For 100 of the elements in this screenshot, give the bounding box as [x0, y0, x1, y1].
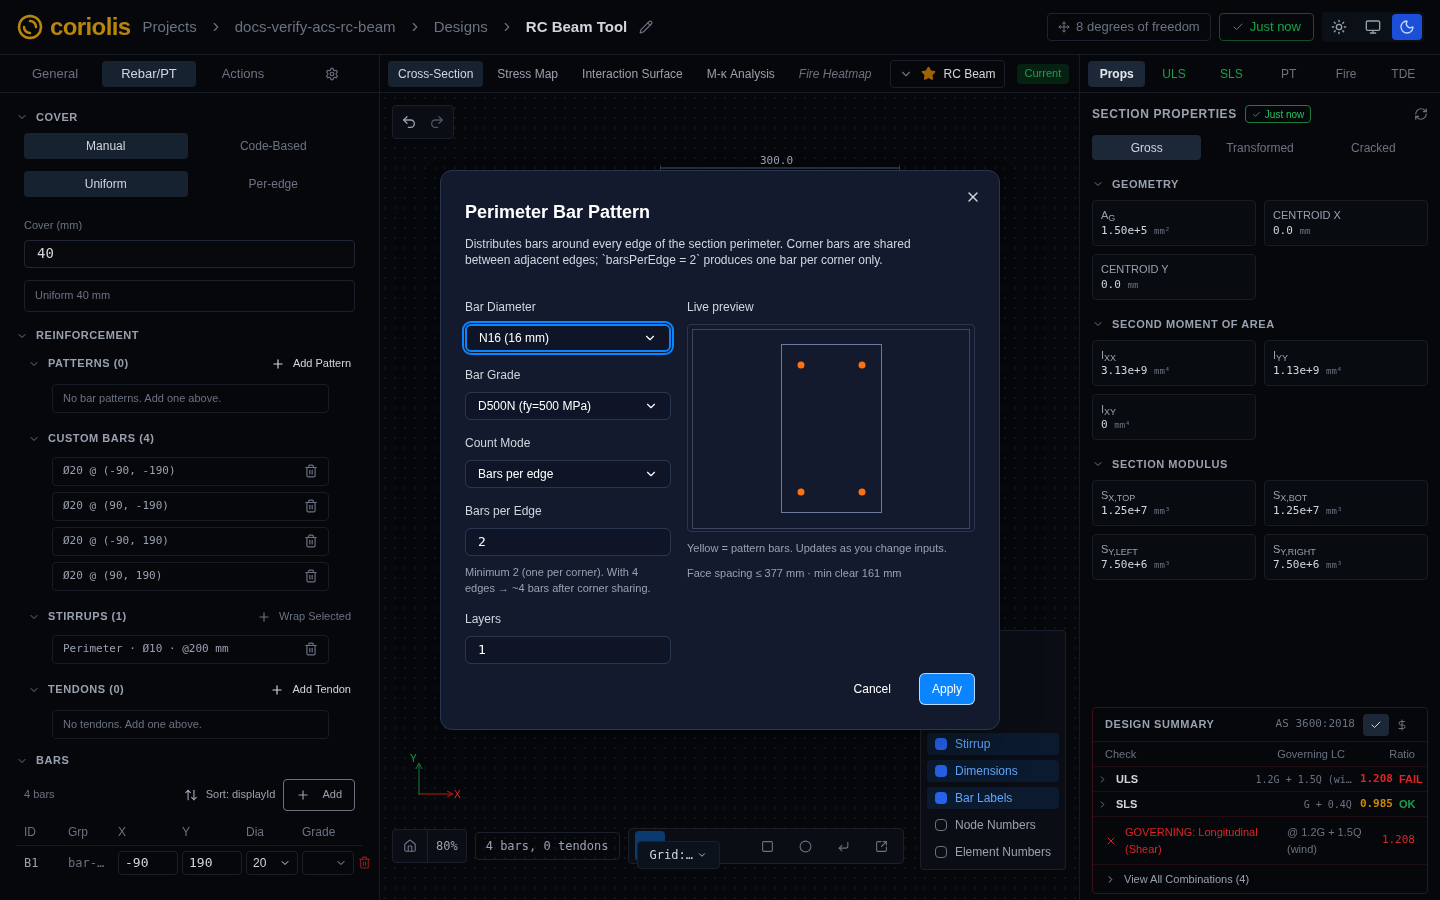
view-toggle[interactable]: Cracked [1318, 135, 1428, 160]
view-toggle[interactable]: Transformed [1205, 135, 1315, 160]
field-label: Cover (mm) [23, 218, 84, 233]
cover-input[interactable]: 40 [24, 239, 355, 268]
design-picker[interactable]: RC Beam [889, 59, 1005, 88]
dia-select[interactable]: 20 [246, 850, 298, 875]
rebar-item[interactable]: Ø20 @ (90, 190) [52, 561, 329, 591]
select-field[interactable]: D500N (fy=500 MPa) [465, 392, 671, 420]
breadcrumb-link[interactable]: Projects [142, 15, 197, 39]
result-tab[interactable]: TDE [1374, 60, 1432, 87]
governing-combination: @ 1.2G + 1.5Q (wind) [1287, 825, 1363, 857]
dialog-description: Distributes bars around every edge of the section perimeter. Corner bars are shared between adjacent edges; `barsPerEdge = 2` produces one bar per corner only. [465, 236, 912, 268]
rebar-text: Ø20 @ (-90, -190) [63, 462, 176, 479]
pencil-icon[interactable] [639, 20, 654, 34]
panel-tab[interactable]: Rebar/PT [102, 60, 196, 87]
load-combination: 1.2G + 1.5Q (wi… [1255, 772, 1352, 787]
mode-toggle[interactable]: Code-Based [191, 133, 355, 159]
checkbox[interactable] [935, 738, 947, 750]
view-tab[interactable]: Interaction Surface [572, 60, 693, 87]
property-label: S$_{X,BOT}$ [1273, 487, 1309, 503]
section-title: GEOMETRY [1112, 176, 1179, 192]
panel-tab[interactable]: General [8, 60, 102, 87]
property-value: 7.50e+6 mm³ [1101, 557, 1172, 573]
trash-icon[interactable] [304, 642, 318, 656]
breadcrumb-link[interactable]: Designs [433, 15, 488, 39]
group-action-button[interactable]: Add Tendon [270, 681, 351, 698]
undo-icon[interactable] [401, 114, 417, 130]
column-header: Governing LC [1277, 746, 1345, 762]
property-value: 0.0 mm [1273, 223, 1312, 239]
plus-icon [296, 787, 311, 802]
breadcrumb-link[interactable]: RC Beam Tool [525, 15, 628, 39]
check-name: SLS [1116, 796, 1138, 812]
result-tab[interactable]: SLS [1202, 60, 1260, 87]
trash-icon[interactable] [304, 534, 318, 548]
settings-icon[interactable] [325, 66, 339, 81]
rebar-item[interactable]: Perimeter · Ø10 · @200 mm [52, 634, 329, 664]
mode-toggle[interactable]: Manual [24, 133, 188, 159]
y-input[interactable]: 190 [182, 850, 242, 875]
checkbox[interactable] [935, 846, 947, 858]
result-tab[interactable]: ULS [1145, 60, 1203, 87]
panel-tab[interactable]: Actions [196, 60, 290, 87]
checkbox[interactable] [935, 819, 947, 831]
trash-icon[interactable] [304, 569, 318, 583]
ratio-value: 0.985 [1359, 795, 1393, 812]
current-badge: Current [1016, 63, 1070, 84]
rebar-item[interactable]: Ø20 @ (90, -190) [52, 491, 329, 521]
moon-icon[interactable] [1392, 14, 1422, 40]
number-input[interactable]: 2 [465, 528, 671, 556]
layer-toggle[interactable]: Stirrup [927, 733, 1059, 755]
layer-toggle[interactable]: Dimensions [927, 760, 1059, 782]
property-value: 0.0 mm [1101, 277, 1140, 293]
result-tab[interactable]: Fire [1317, 60, 1375, 87]
home-icon[interactable] [403, 839, 417, 853]
result-tab[interactable]: PT [1260, 60, 1318, 87]
select-field[interactable]: N16 (16 mm) [465, 324, 671, 352]
breadcrumb-link[interactable]: docs-verify-acs-rc-beam [234, 15, 396, 39]
column-header: Dia [246, 823, 265, 841]
axis-label: Y [410, 752, 417, 766]
layer-toggle[interactable]: Element Numbers [927, 841, 1059, 863]
layer-toggle[interactable]: Node Numbers [927, 814, 1059, 836]
chevron-icon [696, 850, 707, 860]
view-tab[interactable]: Cross-Section [388, 60, 484, 87]
view-tab[interactable]: M-κ Analysis [696, 60, 785, 87]
number-input[interactable]: 1 [465, 636, 671, 664]
trash-icon[interactable] [358, 856, 371, 869]
checkbox[interactable] [935, 765, 947, 777]
trash-icon[interactable] [304, 464, 318, 478]
field-label: Count Mode [465, 435, 532, 452]
code-label: AS 3600:2018 [1275, 716, 1355, 733]
column-header: Grp [68, 823, 89, 841]
load-combination: G + 0.4Q [1303, 797, 1352, 812]
view-toggle[interactable]: Gross [1092, 135, 1202, 160]
view-tab[interactable]: Stress Map [487, 60, 569, 87]
section-title: REINFORCEMENT [36, 328, 140, 344]
property-label: S$_{Y,LEFT}$ [1101, 541, 1139, 557]
cancel-button[interactable]: Cancel [841, 673, 903, 705]
select-field[interactable]: Bars per edge [465, 460, 671, 488]
rebar-item[interactable]: Ø20 @ (-90, 190) [52, 526, 329, 556]
status-label: FAIL [1399, 771, 1423, 787]
group-action-button[interactable]: Add Pattern [270, 355, 351, 372]
checkbox[interactable] [935, 792, 947, 804]
trash-icon[interactable] [304, 499, 318, 513]
view-all-link[interactable]: View All Combinations (4) [1093, 865, 1427, 893]
redo-icon[interactable] [429, 114, 445, 130]
grid-dropdown[interactable]: Grid:… [636, 841, 720, 869]
x-input[interactable]: -90 [118, 850, 178, 875]
refresh-icon[interactable] [1414, 107, 1428, 121]
check-icon[interactable] [1363, 713, 1389, 736]
ratio-value: 1.208 [1359, 770, 1393, 787]
section-title: COVER [36, 109, 78, 125]
rebar-item[interactable]: Ø20 @ (-90, -190) [52, 456, 329, 486]
sort-button[interactable]: Sort: displayId [183, 786, 276, 803]
result-tab[interactable]: Props [1088, 60, 1146, 87]
mode-toggle[interactable]: Per-edge [191, 171, 355, 197]
layer-toggle[interactable]: Bar Labels [927, 787, 1059, 809]
column-header: ID [24, 823, 37, 841]
add-bar-button[interactable]: Add [283, 778, 355, 811]
apply-button[interactable]: Apply [918, 673, 975, 705]
mode-toggle[interactable]: Uniform [24, 171, 188, 197]
zoom-control[interactable]: 80% [392, 829, 467, 863]
